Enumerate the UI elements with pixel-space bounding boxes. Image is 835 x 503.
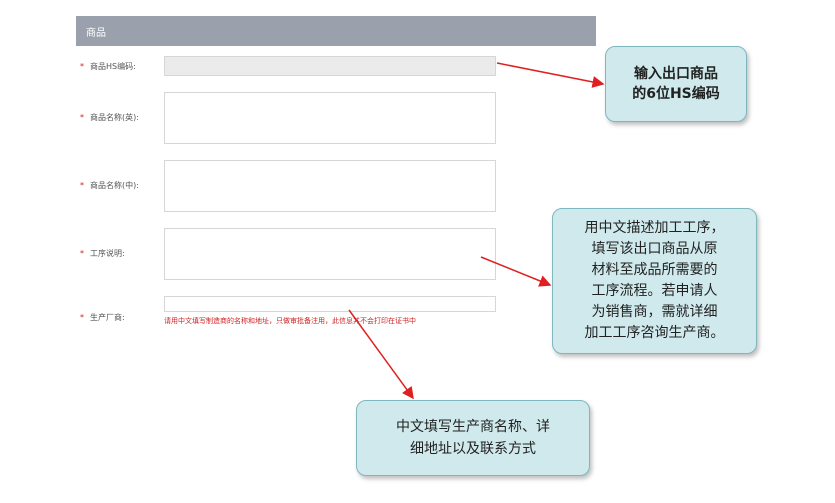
arrow-hs: [496, 62, 605, 88]
arrow-manufacturer: [348, 309, 414, 400]
callout-hs-code: 输入出口商品 的6位HS编码: [605, 46, 747, 122]
callout-process: 用中文描述加工工序， 填写该出口商品从原 材料至成品所需要的 工序流程。若申请人…: [552, 208, 757, 354]
callout-manufacturer: 中文填写生产商名称、详 细地址以及联系方式: [356, 400, 590, 476]
arrow-process: [480, 256, 552, 287]
